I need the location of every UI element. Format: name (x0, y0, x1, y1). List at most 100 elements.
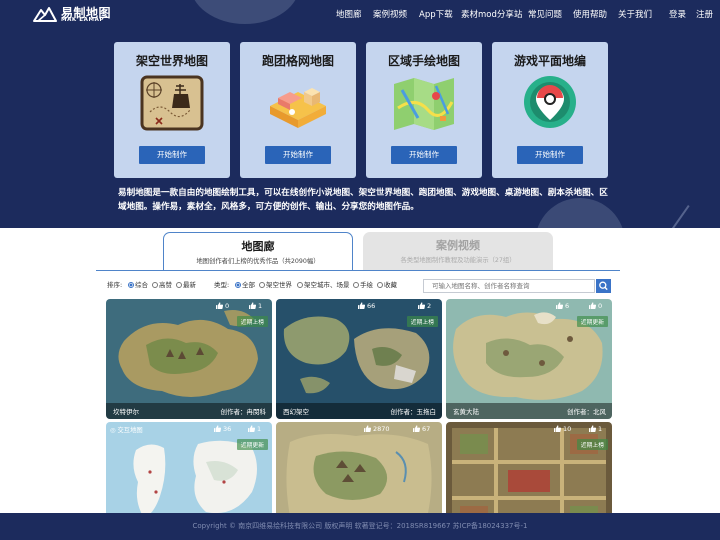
tabs-divider (96, 270, 620, 271)
shares-count: 1 (248, 425, 261, 434)
tab-title: 地图廊 (241, 240, 275, 253)
start-button[interactable]: 开始制作 (139, 146, 205, 164)
card-game-map: 游戏平面地编 开始制作 (492, 42, 608, 178)
card-title: 区域手绘地图 (387, 54, 460, 68)
thumb-up-icon (418, 302, 425, 309)
card-title: 游戏平面地编 (513, 54, 586, 68)
nav-gallery[interactable]: 地图廊 (336, 9, 362, 21)
search-button[interactable] (596, 279, 611, 293)
sort-option-likes[interactable]: 高赞 (152, 281, 172, 290)
thumb-up-icon (589, 425, 596, 432)
radio-icon (377, 282, 383, 288)
thumb-up-icon (554, 425, 561, 432)
shares-count: 2 (418, 302, 431, 311)
nav-help[interactable]: 使用帮助 (573, 9, 607, 21)
status-badge: 近期上榜 (576, 439, 608, 450)
thumb-up-icon (214, 425, 221, 432)
status-badge: 近期更新 (576, 316, 608, 327)
isometric-grid-icon (270, 88, 326, 128)
shares-count: 1 (249, 302, 262, 311)
start-button[interactable]: 开始制作 (517, 146, 583, 164)
radio-icon (152, 282, 158, 288)
type-option-favorites[interactable]: 收藏 (377, 281, 397, 290)
thumb-up-icon (358, 302, 365, 309)
radio-checked-icon (235, 282, 241, 288)
nav-faq[interactable]: 常见问题 (528, 9, 562, 21)
map-pin-icon (524, 76, 576, 128)
tab-gallery[interactable]: 地图廊 地图创作者们上榜的优秀作品（共2090幅） (163, 232, 353, 270)
globe-icon: ◎ (110, 427, 118, 434)
thumb-up-icon (413, 425, 420, 432)
search-input[interactable] (423, 279, 595, 293)
type-option-city-scene[interactable]: 架空城市、场景 (297, 281, 350, 290)
map-author: 创作者：北风 (567, 408, 606, 416)
likes-count: 0 (216, 302, 229, 311)
likes-count: 66 (358, 302, 375, 311)
content-tabs: 地图廊 地图创作者们上榜的优秀作品（共2090幅） 案例视频 各类型地图制作教程… (96, 232, 620, 272)
nav-register[interactable]: 注册 (696, 9, 713, 21)
likes-count: 36 (214, 425, 231, 434)
type-option-hand-drawn[interactable]: 手绘 (353, 281, 373, 290)
card-title: 跑团格网地图 (261, 54, 334, 68)
card-trpg-grid: 跑团格网地图 开始制作 (240, 42, 356, 178)
nav-login[interactable]: 登录 (669, 9, 686, 21)
radio-icon (176, 282, 182, 288)
nav-about[interactable]: 关于我们 (618, 9, 652, 21)
card-title: 架空世界地图 (135, 54, 208, 68)
tab-subtitle: 各类型地图制作教程及功能演示（27组） (400, 257, 516, 264)
sort-option-newest[interactable]: 最新 (176, 281, 196, 290)
type-option-all[interactable]: 全部 (235, 281, 255, 290)
gallery-card[interactable]: 6 0 近期更新 玄黄大陆 创作者：北风 (446, 299, 612, 419)
status-badge: 近期更新 (236, 439, 268, 450)
nav-app-download[interactable]: App下载 (419, 9, 453, 21)
map-author: 创作者：冉閔科 (220, 408, 267, 416)
thumb-up-icon (216, 302, 223, 309)
nav-case-videos[interactable]: 案例视频 (373, 9, 407, 21)
search-icon (599, 281, 608, 291)
likes-count: 2870 (364, 425, 390, 434)
thumb-up-icon (364, 425, 371, 432)
thumb-up-icon (249, 302, 256, 309)
tab-title: 案例视频 (436, 239, 480, 252)
gallery-card[interactable]: 0 1 近期上榜 坎特伊尔 创作者：冉閔科 (106, 299, 272, 419)
treasure-map-icon (140, 75, 204, 131)
radio-icon (353, 282, 359, 288)
nav-mod-share[interactable]: 素材mod分享站 (461, 9, 522, 21)
hero-banner: 易制地图 MAK EAMAP 地图廊 案例视频 App下载 素材mod分享站 常… (0, 0, 720, 228)
card-hand-drawn: 区域手绘地图 开始制作 (366, 42, 482, 178)
thumb-up-icon (556, 302, 563, 309)
shares-count: 0 (589, 302, 602, 311)
map-author: 创作者：玉拖白 (390, 408, 437, 416)
footer-copyright: Copyright © 南京四维易绘科技有限公司 版权声明 软著登记号：2018… (0, 513, 720, 540)
tab-case-videos[interactable]: 案例视频 各类型地图制作教程及功能演示（27组） (363, 232, 553, 270)
radio-checked-icon (128, 282, 134, 288)
card-fantasy-world: 架空世界地图 开始制作 (114, 42, 230, 178)
shares-count: 67 (413, 425, 430, 434)
filter-bar: 排序: 综合 高赞 最新 类型: 全部 架空世界 架空城市、场景 手绘 收藏 (107, 279, 612, 293)
radio-icon (297, 282, 303, 288)
intro-text: 易制地图是一款自由的地图绘制工具，可以在线创作小说地图、架空世界地图、跑团地图、… (118, 188, 608, 212)
start-button[interactable]: 开始制作 (391, 146, 457, 164)
likes-count: 10 (554, 425, 571, 434)
start-button[interactable]: 开始制作 (265, 146, 331, 164)
sort-label: 排序: (107, 281, 123, 289)
shares-count: 1 (589, 425, 602, 434)
gallery-card[interactable]: 66 2 近期上榜 西幻架空 创作者：玉拖白 (276, 299, 442, 419)
map-name: 坎特伊尔 (113, 408, 139, 416)
map-name: 西幻架空 (283, 408, 309, 416)
sort-option-composite[interactable]: 综合 (128, 281, 148, 290)
map-name: 玄黄大陆 (453, 408, 479, 416)
thumb-up-icon (248, 425, 255, 432)
folded-map-icon (394, 78, 454, 130)
thumb-up-icon (589, 302, 596, 309)
status-badge: 近期上榜 (236, 316, 268, 327)
map-type-label: ◎ 交互地图 (110, 427, 143, 434)
type-label: 类型: (214, 281, 230, 289)
tab-subtitle: 地图创作者们上榜的优秀作品（共2090幅） (196, 258, 320, 265)
decorative-line (665, 205, 690, 228)
status-badge: 近期上榜 (406, 316, 438, 327)
radio-icon (259, 282, 265, 288)
top-navigation: 地图廊 案例视频 App下载 素材mod分享站 常见问题 使用帮助 关于我们 登… (0, 9, 720, 21)
type-option-fantasy-world[interactable]: 架空世界 (259, 281, 292, 290)
likes-count: 6 (556, 302, 569, 311)
